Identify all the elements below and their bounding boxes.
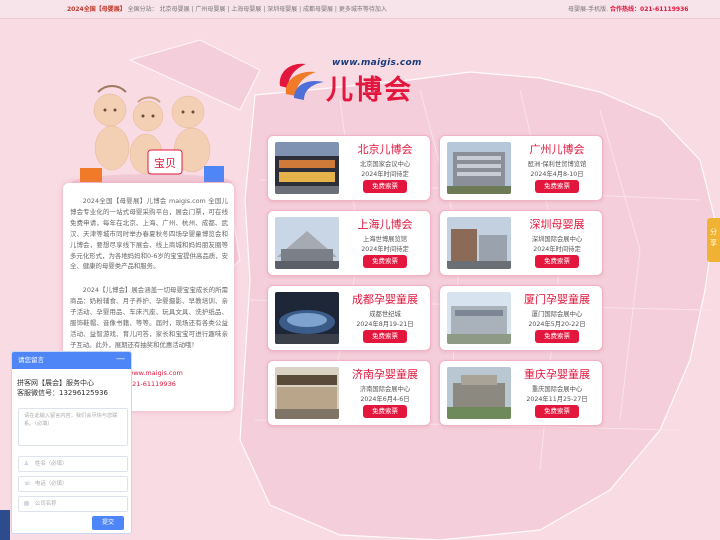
intro-paragraph-1: 2024全国【母婴展】儿博会 maigis.com 全国儿博会专业化的一站式母婴… — [70, 197, 228, 271]
expo-title: 济南孕婴童展 — [352, 368, 418, 381]
expo-card-xiamen[interactable]: 厦门孕婴童展 厦门国际会展中心 2024年5月20-22日 免费索票 — [439, 285, 603, 351]
free-ticket-button[interactable]: 免费索票 — [535, 330, 579, 343]
intro-paragraph-2: 2024【儿博会】展会涵盖一切母婴宝宝成长的所需商品：奶粉辅食、月子养护、孕婴摄… — [70, 286, 228, 349]
expo-venue: 成都世纪城 — [369, 311, 401, 318]
building-icon: ▤ — [24, 501, 30, 507]
site-logo[interactable]: www.maigis.com 儿博会 — [276, 56, 421, 106]
expo-date: 2024年时间待定 — [361, 171, 409, 178]
expo-title: 成都孕婴童展 — [352, 293, 418, 306]
expo-photo — [275, 217, 339, 269]
logo-swoosh-icon — [279, 63, 324, 100]
service-wechat: 客服微信号：13296125936 — [17, 389, 108, 397]
expo-card-guangzhou[interactable]: 广州儿博会 琶洲·保利世贸博览馆 2024年4月8-10日 免费索票 — [439, 135, 603, 201]
expo-date: 2024年5月20-22日 — [528, 321, 586, 328]
message-textarea[interactable]: 请在此输入留言内容，我们会尽快与您联系。（必填） — [18, 408, 128, 446]
expo-photo — [275, 292, 339, 344]
message-widget-title: 请您留言 — [18, 356, 44, 364]
user-icon: ♙ — [24, 461, 29, 467]
expo-photo — [447, 292, 511, 344]
site-brand[interactable]: 2024全国【母婴展】 — [67, 6, 126, 13]
top-bar-left: 2024全国【母婴展】 全国分站： 北京母婴展 | 广州母婴展 | 上海母婴展 … — [67, 6, 387, 13]
expo-venue: 济南国际会展中心 — [359, 386, 411, 393]
expo-card-shanghai[interactable]: 上海儿博会 上海世博展览馆 2024年时间待定 免费索票 — [267, 210, 431, 276]
intro-site-url[interactable]: www.maigis.com — [128, 369, 183, 377]
expo-venue: 北京国家会议中心 — [359, 161, 411, 168]
free-ticket-button[interactable]: 免费索票 — [535, 405, 579, 418]
expo-title: 北京儿博会 — [357, 143, 413, 156]
service-center-label: 拼客网【展会】服务中心 — [17, 379, 94, 387]
free-ticket-button[interactable]: 免费索票 — [535, 255, 579, 268]
logo-title: 儿博会 — [326, 75, 413, 106]
expo-venue: 琶洲·保利世贸博览馆 — [527, 161, 587, 168]
share-side-tab[interactable]: 分享 — [707, 218, 720, 262]
message-widget-header[interactable]: 请您留言 — — [12, 352, 131, 369]
expo-title: 上海儿博会 — [357, 218, 413, 231]
message-widget: 请您留言 — 拼客网【展会】服务中心 客服微信号：13296125936 请在此… — [11, 351, 132, 534]
branch-link-shenzhen[interactable]: 深圳母婴展 — [267, 6, 297, 13]
name-field[interactable]: ♙ 姓名（必填） — [18, 456, 128, 472]
phone-placeholder: 电话（必填） — [35, 481, 68, 487]
bottom-left-bar — [0, 510, 10, 540]
expo-date: 2024年6月4-6日 — [360, 396, 410, 403]
expo-venue: 上海世博展览馆 — [362, 236, 408, 243]
company-placeholder: 公司名称 — [35, 501, 57, 507]
phone-icon: ☏ — [24, 481, 31, 487]
expo-date: 2024年8月19-21日 — [356, 321, 414, 328]
company-field[interactable]: ▤ 公司名称 — [18, 496, 128, 512]
expo-title: 厦门孕婴童展 — [524, 293, 590, 306]
expo-card-chongqing[interactable]: 重庆孕婴童展 重庆国际会展中心 2024年11月25-27日 免费索票 — [439, 360, 603, 426]
top-bar: 2024全国【母婴展】 全国分站： 北京母婴展 | 广州母婴展 | 上海母婴展 … — [0, 0, 720, 19]
top-bar-right: 母婴展-手机版. 合作热线：021-61119936 — [568, 0, 688, 19]
expo-venue: 重庆国际会展中心 — [531, 386, 583, 393]
free-ticket-button[interactable]: 免费索票 — [535, 180, 579, 193]
expo-date: 2024年4月8-10日 — [530, 171, 584, 178]
phone-field[interactable]: ☏ 电话（必填） — [18, 476, 128, 492]
hotline-number: 021-61119936 — [640, 6, 689, 13]
expo-photo — [275, 142, 339, 194]
expo-title: 深圳母婴展 — [529, 218, 585, 231]
expo-date: 2024年时间待定 — [533, 246, 581, 253]
expo-card-beijing[interactable]: 北京儿博会 北京国家会议中心 2024年时间待定 免费索票 — [267, 135, 431, 201]
expo-photo — [447, 367, 511, 419]
branch-link-chengdu[interactable]: 成都母婴展 — [303, 6, 333, 13]
expo-date: 2024年时间待定 — [361, 246, 409, 253]
svg-text:宝贝: 宝贝 — [154, 156, 176, 170]
expo-card-chengdu[interactable]: 成都孕婴童展 成都世纪城 2024年8月19-21日 免费索票 — [267, 285, 431, 351]
babies-illustration: 宝贝 — [72, 85, 232, 190]
expo-venue: 厦门国际会展中心 — [531, 311, 583, 318]
branch-link-guangzhou[interactable]: 广州母婴展 — [195, 6, 225, 13]
mobile-version-link[interactable]: 母婴展-手机版. — [568, 6, 608, 13]
free-ticket-button[interactable]: 免费索票 — [363, 330, 407, 343]
name-placeholder: 姓名（必填） — [35, 461, 68, 467]
intro-phone: 021-61119936 — [128, 380, 176, 388]
free-ticket-button[interactable]: 免费索票 — [363, 405, 407, 418]
expo-photo — [447, 142, 511, 194]
expo-card-shenzhen[interactable]: 深圳母婴展 深圳国际会展中心 2024年时间待定 免费索票 — [439, 210, 603, 276]
expo-title: 广州儿博会 — [529, 143, 585, 156]
logo-url: www.maigis.com — [332, 58, 422, 68]
minimize-button[interactable]: — — [116, 351, 125, 368]
free-ticket-button[interactable]: 免费索票 — [363, 180, 407, 193]
hotline-label: 合作热线： — [610, 6, 641, 13]
submit-button[interactable]: 提交 — [92, 516, 124, 530]
expo-title: 重庆孕婴童展 — [524, 368, 590, 381]
branches-label: 全国分站： — [127, 6, 158, 13]
branch-link-shanghai[interactable]: 上海母婴展 — [231, 6, 261, 13]
expo-venue: 深圳国际会展中心 — [531, 236, 583, 243]
expo-photo — [275, 367, 339, 419]
branch-link-beijing[interactable]: 北京母婴展 — [160, 6, 190, 13]
expo-date: 2024年11月25-27日 — [526, 396, 588, 403]
free-ticket-button[interactable]: 免费索票 — [363, 255, 407, 268]
branch-link-more[interactable]: 更多城市等待加入 — [339, 6, 387, 13]
expo-card-jinan[interactable]: 济南孕婴童展 济南国际会展中心 2024年6月4-6日 免费索票 — [267, 360, 431, 426]
expo-photo — [447, 217, 511, 269]
